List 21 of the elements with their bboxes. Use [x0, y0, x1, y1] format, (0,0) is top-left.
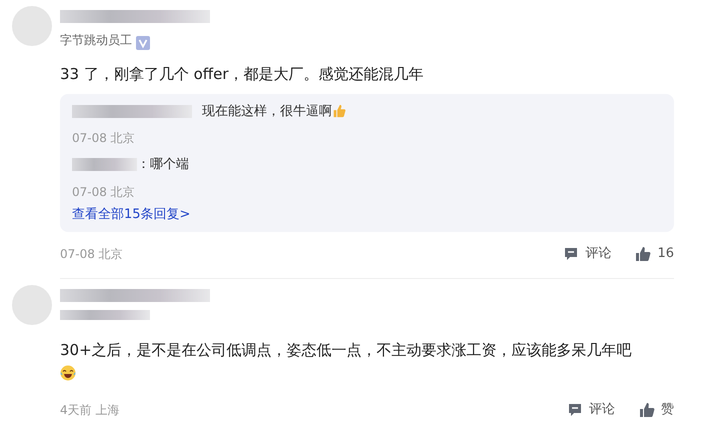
- comment-meta: 4天前 上海: [60, 402, 120, 419]
- comment-icon: [563, 246, 580, 262]
- view-all-replies-link[interactable]: 查看全部15条回复>: [72, 204, 662, 224]
- like-button[interactable]: 赞: [639, 400, 674, 420]
- reply-meta: 07-08 北京: [72, 130, 136, 147]
- avatar: [12, 6, 52, 46]
- avatar: [12, 284, 52, 324]
- comment-button[interactable]: 评论: [567, 400, 615, 420]
- author-title: 字节跳动员工: [60, 32, 132, 49]
- reply-text: ：哪个端: [137, 156, 189, 174]
- blurred-name: [72, 158, 137, 172]
- thumbs-up-icon: [635, 246, 652, 262]
- comment-meta: 07-08 北京: [60, 246, 123, 263]
- comment-icon: [567, 402, 583, 418]
- thumbs-up-icon: [639, 402, 655, 418]
- comment-text: 33 了，刚拿了几个 offer，都是大厂。感觉还能混几年: [60, 64, 425, 85]
- comment-text: 30+之后，是不是在公司低调点，姿态低一点，不主动要求涨工资，应该能多呆几年吧: [60, 340, 633, 360]
- reply-text: 现在能这样，很牛逼啊: [202, 102, 332, 120]
- comment-button[interactable]: 评论: [563, 244, 612, 264]
- like-button[interactable]: 16: [635, 244, 674, 264]
- reply-meta: 07-08 北京: [72, 184, 136, 200]
